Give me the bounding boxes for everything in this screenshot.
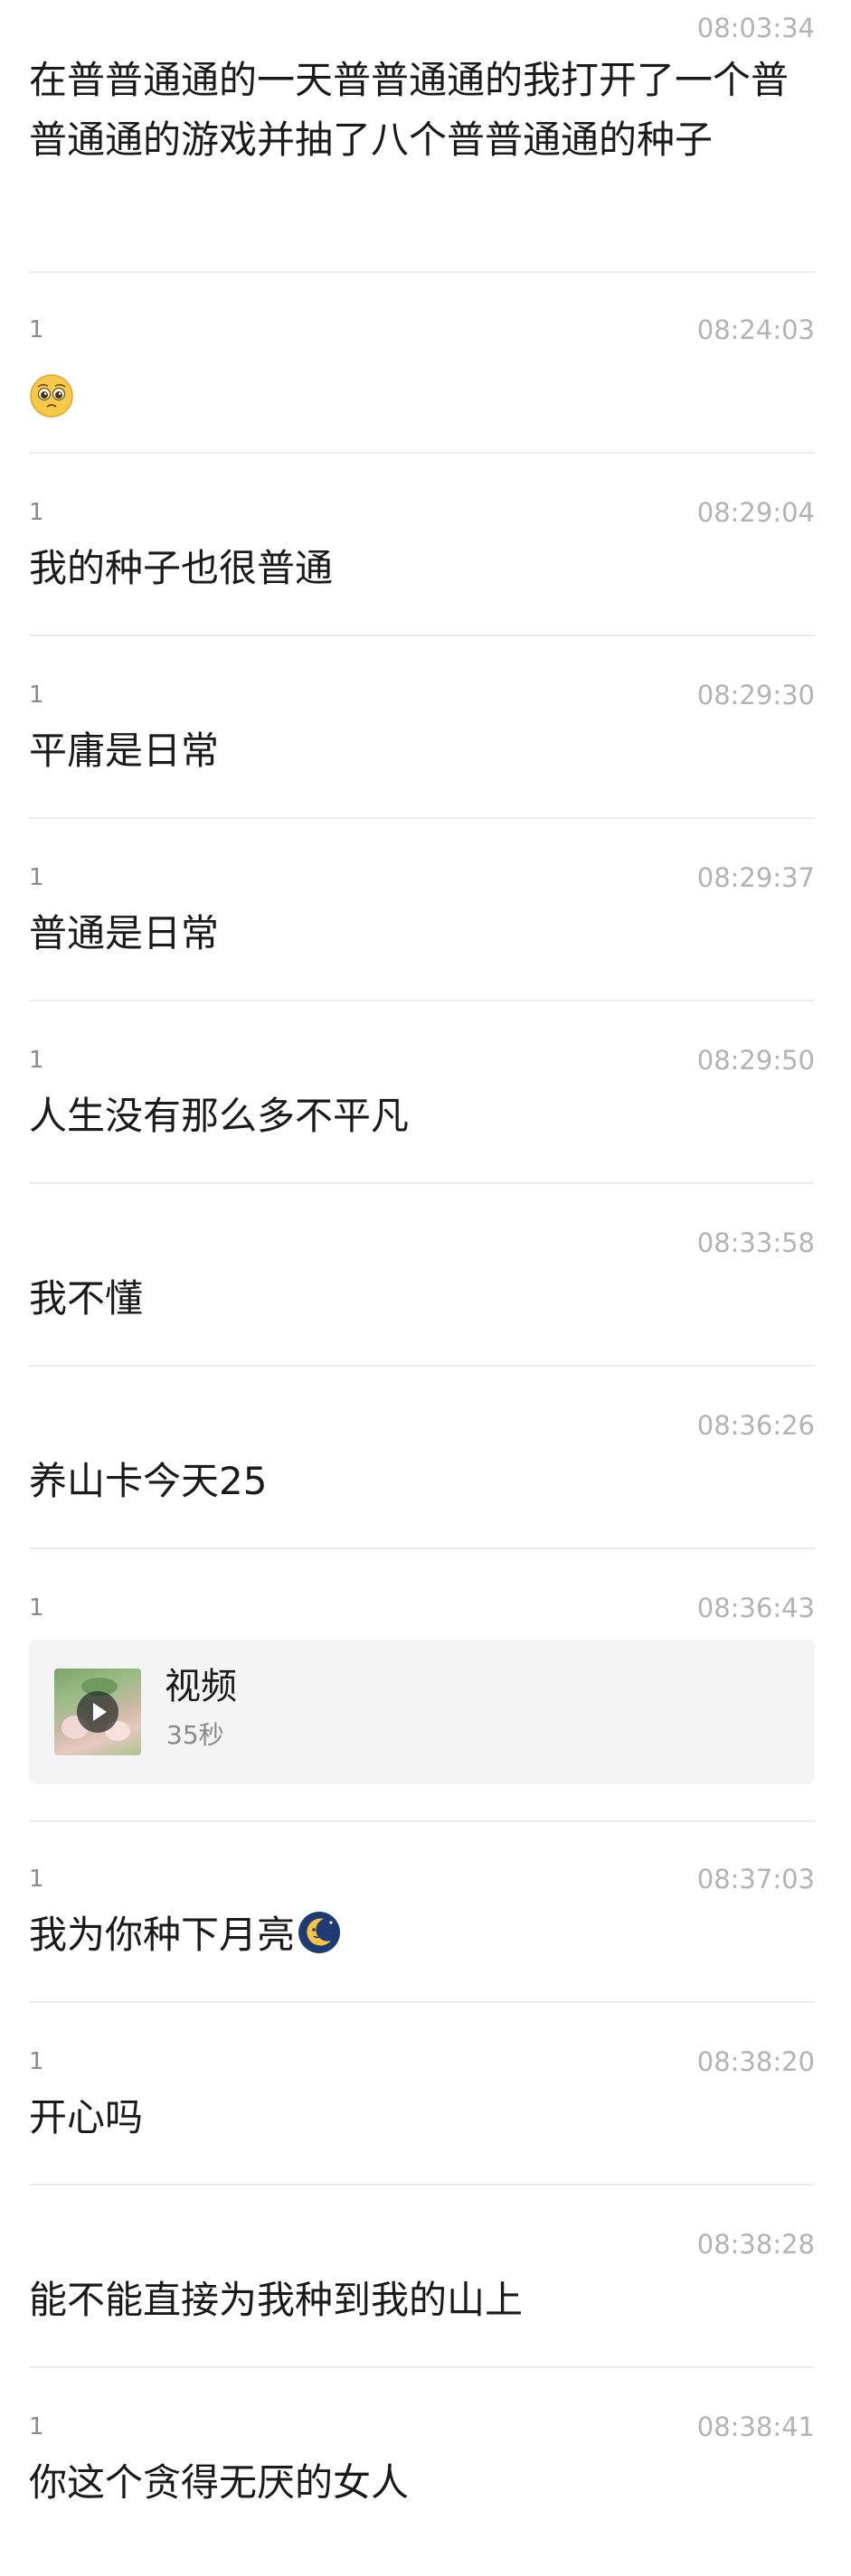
message-sender: 1 bbox=[29, 1047, 44, 1074]
message-text: 养山卡今天25 bbox=[29, 1459, 268, 1503]
divider bbox=[29, 817, 815, 819]
message-text-row: 我为你种下月亮 bbox=[29, 1905, 342, 1965]
message-time: 08:24:03 bbox=[696, 315, 815, 345]
message-item[interactable]: 1 08:38:20 开心吗 bbox=[29, 2048, 815, 2186]
message-time: 08:29:50 bbox=[696, 1045, 815, 1076]
message-text: 我的种子也很普通 bbox=[29, 546, 334, 590]
message-text: 你这个贪得无厌的女人 bbox=[29, 2460, 410, 2505]
divider bbox=[29, 452, 815, 454]
message-time: 08:38:20 bbox=[696, 2046, 815, 2077]
video-duration: 35秒 bbox=[166, 1720, 224, 1750]
message-item[interactable]: 08:03:34 在普普通通的一天普普通通的我打开了一个普普通通的游戏并抽了八个… bbox=[29, 13, 815, 273]
message-item[interactable]: 1 08:37:03 我为你种下月亮 bbox=[29, 1866, 815, 2003]
message-sender: 1 bbox=[29, 1866, 44, 1893]
message-emoji-row bbox=[29, 363, 74, 423]
message-item[interactable]: 1 08:29:30 平庸是日常 bbox=[29, 682, 815, 819]
message-time: 08:38:28 bbox=[696, 2229, 815, 2260]
message-text: 我为你种下月亮 bbox=[29, 1913, 296, 1957]
video-card[interactable]: 视频 35秒 bbox=[29, 1640, 815, 1784]
message-sender: 1 bbox=[29, 1594, 44, 1622]
divider bbox=[29, 2001, 815, 2003]
divider bbox=[29, 635, 815, 636]
message-text: 人生没有那么多不平凡 bbox=[29, 1094, 410, 1138]
message-time: 08:29:30 bbox=[696, 680, 815, 710]
message-sender: 1 bbox=[29, 2048, 44, 2075]
message-item[interactable]: 08:36:26 养山卡今天25 bbox=[29, 1412, 815, 1549]
divider bbox=[29, 271, 815, 273]
message-text: 普通是日常 bbox=[29, 911, 220, 955]
message-item[interactable]: 1 08:29:37 普通是日常 bbox=[29, 864, 815, 1001]
message-time: 08:36:43 bbox=[696, 1593, 815, 1623]
play-icon[interactable] bbox=[77, 1691, 118, 1733]
message-time: 08:37:03 bbox=[696, 1864, 815, 1894]
message-text: 开心吗 bbox=[29, 2095, 144, 2139]
divider bbox=[29, 2366, 815, 2368]
message-text: 在普普通通的一天普普通通的我打开了一个普普通通的游戏并抽了八个普普通通的种子 bbox=[29, 58, 790, 162]
message-item[interactable]: 1 08:24:03 bbox=[29, 316, 815, 454]
video-title: 视频 bbox=[165, 1666, 237, 1707]
message-item[interactable]: 1 08:38:41 你这个贪得无厌的女人 bbox=[29, 2413, 815, 2549]
divider bbox=[29, 1182, 815, 1184]
message-text: 平庸是日常 bbox=[29, 729, 220, 773]
video-thumbnail[interactable] bbox=[54, 1669, 141, 1755]
message-sender: 1 bbox=[29, 499, 44, 526]
divider bbox=[29, 2184, 815, 2186]
divider bbox=[29, 1365, 815, 1367]
message-sender: 1 bbox=[29, 2413, 44, 2440]
message-sender: 1 bbox=[29, 864, 44, 891]
message-text: 能不能直接为我种到我的山上 bbox=[29, 2278, 524, 2322]
message-item[interactable]: 08:33:58 我不懂 bbox=[29, 1229, 815, 1367]
message-time: 08:03:34 bbox=[696, 13, 815, 43]
moon-icon bbox=[298, 1912, 341, 1953]
divider bbox=[29, 1547, 815, 1549]
message-item[interactable]: 08:38:28 能不能直接为我种到我的山上 bbox=[29, 2231, 815, 2368]
play-triangle bbox=[93, 1703, 107, 1721]
message-time: 08:38:41 bbox=[696, 2411, 815, 2442]
divider bbox=[29, 1000, 815, 1001]
pleading-face-icon bbox=[30, 373, 73, 418]
message-time: 08:33:58 bbox=[696, 1227, 815, 1258]
message-sender: 1 bbox=[29, 316, 44, 343]
divider bbox=[29, 1820, 815, 1822]
message-item[interactable]: 1 08:29:50 人生没有那么多不平凡 bbox=[29, 1047, 815, 1184]
message-item[interactable]: 1 08:29:04 我的种子也很普通 bbox=[29, 499, 815, 636]
message-sender: 1 bbox=[29, 682, 44, 709]
message-time: 08:29:04 bbox=[696, 497, 815, 528]
message-item[interactable]: 1 08:36:43 视频 35秒 bbox=[29, 1594, 815, 1822]
message-time: 08:29:37 bbox=[696, 862, 815, 893]
message-time: 08:36:26 bbox=[696, 1410, 815, 1441]
message-text: 我不懂 bbox=[29, 1276, 144, 1321]
